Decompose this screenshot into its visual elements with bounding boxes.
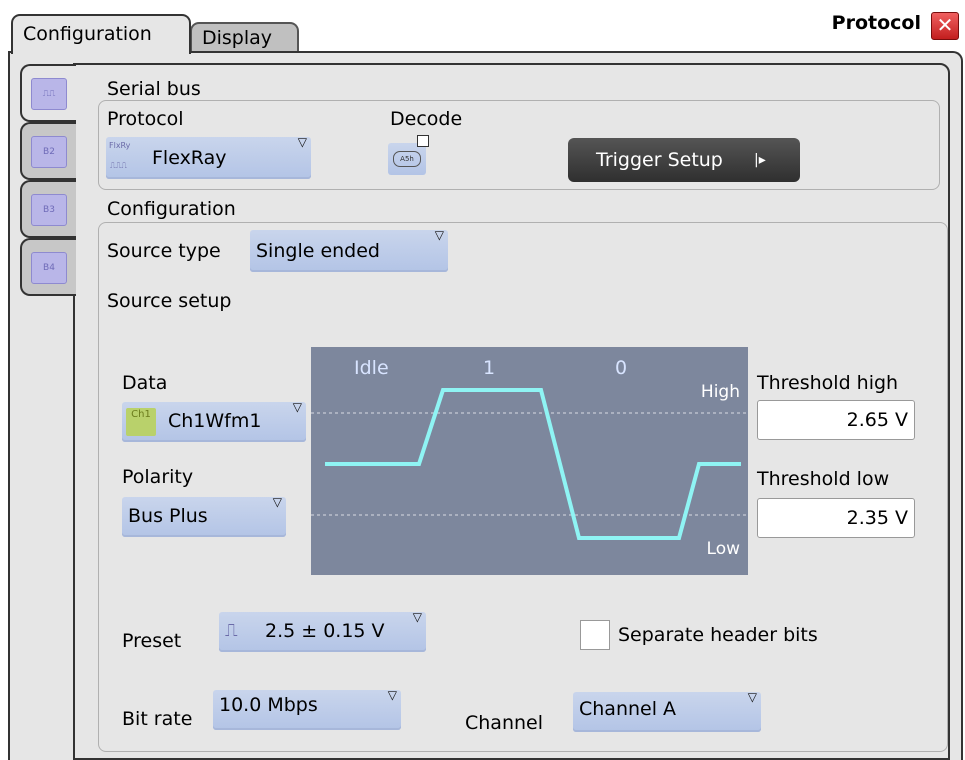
separate-header-bits-label: Separate header bits	[618, 624, 818, 646]
protocol-label: Protocol	[107, 108, 184, 130]
polarity-label: Polarity	[122, 466, 194, 488]
channel-waveform-icon: Ch1	[126, 408, 156, 436]
data-label: Data	[122, 372, 168, 394]
bit-rate-value: 10.0 Mbps	[219, 694, 318, 716]
tab-display[interactable]: Display	[190, 22, 299, 52]
threshold-low-input[interactable]: 2.35 V	[757, 498, 915, 538]
bit-rate-dropdown[interactable]: 10.0 Mbps ▽	[213, 688, 401, 730]
decode-checkbox-icon	[417, 135, 429, 147]
source-type-dropdown[interactable]: Single ended ▽	[250, 228, 448, 272]
tab-configuration[interactable]: Configuration	[11, 14, 191, 54]
trigger-setup-label: Trigger Setup	[596, 149, 723, 171]
polarity-dropdown[interactable]: Bus Plus ▽	[122, 495, 286, 537]
threshold-high-label: Threshold high	[757, 372, 899, 394]
chevron-down-icon: ▽	[387, 688, 397, 702]
protocol-dropdown[interactable]: FlxRy ⎍⎍⎍ FlexRay ▽	[106, 135, 311, 179]
channel-value: Channel A	[579, 698, 677, 720]
chevron-down-icon: ▽	[272, 495, 282, 509]
waveform-preset-icon: ⎍	[225, 620, 238, 641]
side-tab-bus-4[interactable]: B4	[20, 238, 76, 296]
chevron-down-icon: ▽	[292, 400, 302, 414]
serial-bus-heading: Serial bus	[107, 78, 201, 100]
source-type-value: Single ended	[256, 240, 380, 262]
trigger-setup-button[interactable]: Trigger Setup |▸	[568, 138, 800, 182]
serial-bus-icon: ⎍⎍	[31, 78, 67, 110]
decode-icon: A5h	[393, 151, 421, 167]
data-source-dropdown[interactable]: Ch1 Ch1Wfm1 ▽	[122, 400, 306, 442]
preset-label: Preset	[122, 630, 182, 652]
play-icon: |▸	[754, 152, 766, 168]
source-type-label: Source type	[107, 240, 221, 262]
bit-rate-label: Bit rate	[122, 708, 193, 730]
side-tab-bus-2[interactable]: B2	[20, 122, 76, 180]
protocol-value: FlexRay	[152, 147, 227, 169]
waveform-label-zero: 0	[615, 357, 627, 379]
side-tab-bus-1[interactable]: ⎍⎍	[20, 64, 76, 122]
threshold-low-label: Threshold low	[757, 468, 890, 490]
flexray-icon: FlxRy	[109, 141, 131, 150]
channel-dropdown[interactable]: Channel A ▽	[573, 690, 761, 732]
separate-header-bits-checkbox[interactable]	[580, 620, 610, 650]
serial-bus-icon: B3	[31, 194, 67, 226]
data-source-value: Ch1Wfm1	[168, 410, 262, 432]
source-setup-label: Source setup	[107, 290, 232, 312]
signal-trace	[325, 388, 741, 540]
close-icon: ✕	[936, 13, 954, 37]
polarity-value: Bus Plus	[128, 505, 208, 527]
side-tab-bus-3[interactable]: B3	[20, 180, 76, 238]
waveform-low-label: Low	[707, 539, 741, 559]
decode-toggle[interactable]: A5h	[388, 135, 429, 175]
signal-icon: ⎍⎍⎍	[110, 161, 127, 170]
waveform-label-one: 1	[483, 357, 495, 379]
waveform-label-idle: Idle	[354, 357, 389, 379]
panel-title: Protocol	[831, 12, 921, 34]
channel-label: Channel	[465, 712, 544, 734]
configuration-heading: Configuration	[107, 198, 236, 220]
decode-label: Decode	[390, 108, 463, 130]
preset-value: 2.5 ± 0.15 V	[265, 620, 385, 642]
chevron-down-icon: ▽	[297, 135, 307, 149]
waveform-high-label: High	[701, 382, 740, 402]
serial-bus-icon: B4	[31, 252, 67, 284]
chevron-down-icon: ▽	[412, 610, 422, 624]
chevron-down-icon: ▽	[747, 690, 757, 704]
chevron-down-icon: ▽	[434, 228, 444, 242]
close-button[interactable]: ✕	[931, 12, 959, 40]
waveform-diagram: Idle 1 0 High Low	[311, 347, 748, 575]
preset-dropdown[interactable]: ⎍ 2.5 ± 0.15 V ▽	[219, 610, 426, 652]
serial-bus-icon: B2	[31, 136, 67, 168]
threshold-high-input[interactable]: 2.65 V	[757, 400, 915, 440]
